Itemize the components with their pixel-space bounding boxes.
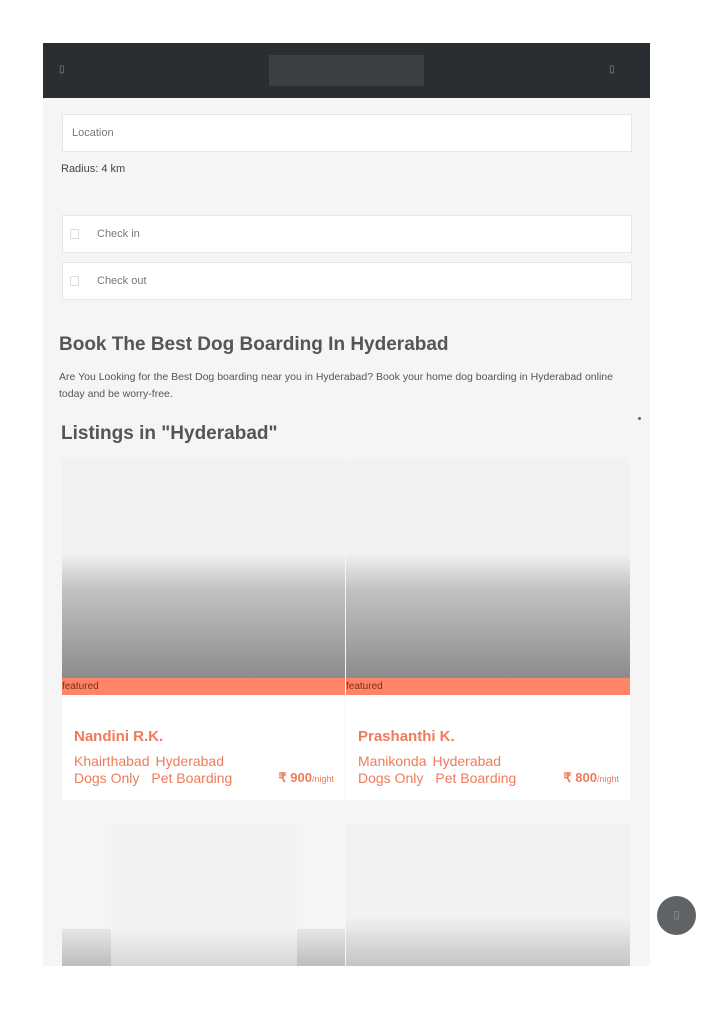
- top-navbar: ▯ ▯: [43, 43, 650, 98]
- listing-tag: Pet Boarding: [151, 770, 233, 786]
- listing-tag: Dogs Only: [74, 770, 140, 786]
- listing-photo[interactable]: [346, 824, 630, 966]
- check-out-field[interactable]: Check out: [62, 262, 632, 300]
- check-in-placeholder: Check in: [97, 228, 140, 240]
- listing-location: Manikonda Hyderabad: [358, 753, 501, 769]
- page-description: Are You Looking for the Best Dog boardin…: [59, 371, 613, 400]
- listing-price: ₹ 800/night: [563, 770, 619, 786]
- page: ▯ ▯ Location Radius: 4 km Check in Check…: [43, 43, 650, 966]
- scroll-indicator-dot: [638, 417, 641, 420]
- price-unit: /night: [596, 774, 619, 784]
- listing-locality: Manikonda: [358, 753, 427, 769]
- menu-icon[interactable]: ▯: [59, 63, 71, 77]
- site-logo[interactable]: [269, 55, 424, 86]
- listing-card[interactable]: [62, 824, 345, 966]
- listing-tags: Dogs Only Pet Boarding: [358, 770, 516, 786]
- listing-tag: Dogs Only: [358, 770, 424, 786]
- calendar-icon: [70, 276, 79, 286]
- listings-title: Listings in "Hyderabad": [61, 423, 278, 444]
- listing-city: Hyderabad: [432, 753, 502, 769]
- check-out-placeholder: Check out: [97, 275, 147, 287]
- listing-location: Khairthabad Hyderabad: [74, 753, 224, 769]
- price-unit: /night: [311, 774, 334, 784]
- listing-city: Hyderabad: [155, 753, 225, 769]
- listing-photo[interactable]: [346, 458, 630, 678]
- listing-photo[interactable]: [62, 458, 345, 678]
- featured-badge: featured: [346, 678, 630, 695]
- user-icon[interactable]: ▯: [609, 63, 621, 77]
- location-placeholder: Location: [72, 127, 114, 139]
- price-value: ₹ 900: [278, 770, 312, 785]
- chat-icon[interactable]: ▯: [657, 896, 696, 935]
- listing-card[interactable]: [346, 824, 630, 966]
- check-in-field[interactable]: Check in: [62, 215, 632, 253]
- calendar-icon: [70, 229, 79, 239]
- listing-price: ₹ 900/night: [278, 770, 334, 786]
- listing-tag: Pet Boarding: [435, 770, 517, 786]
- listing-name[interactable]: Prashanthi K.: [358, 728, 455, 745]
- listing-card[interactable]: featured Prashanthi K. Manikonda Hyderaba…: [346, 458, 630, 800]
- radius-label: Radius: 4 km: [61, 163, 126, 175]
- listing-name[interactable]: Nandini R.K.: [74, 728, 163, 745]
- location-input[interactable]: Location: [62, 114, 632, 152]
- price-value: ₹ 800: [563, 770, 597, 785]
- listing-card[interactable]: featured Nandini R.K. Khairthabad Hyderab…: [62, 458, 345, 800]
- featured-badge: featured: [62, 678, 345, 695]
- listing-locality: Khairthabad: [74, 753, 150, 769]
- page-heading: Book The Best Dog Boarding In Hyderabad: [59, 334, 449, 355]
- listing-tags: Dogs Only Pet Boarding: [74, 770, 232, 786]
- listing-photo[interactable]: [111, 824, 297, 966]
